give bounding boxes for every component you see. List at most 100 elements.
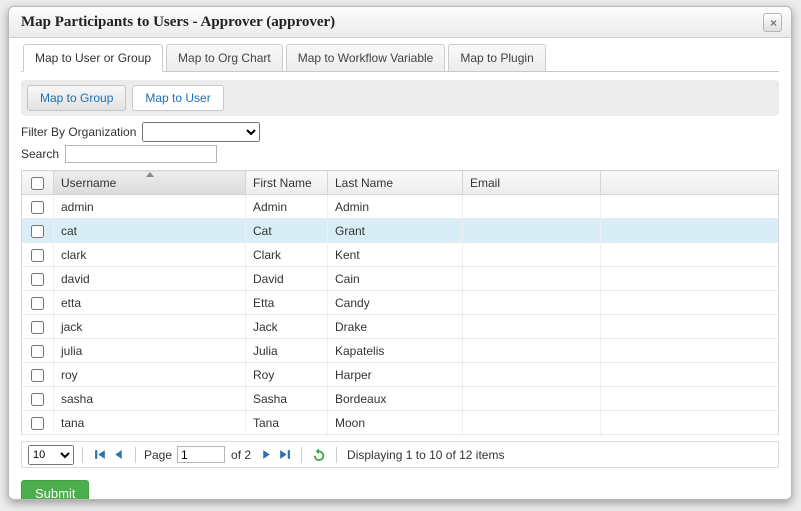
dialog-titlebar: Map Participants to Users - Approver (ap… [9,7,791,38]
sub-tab-bar: Map to Group Map to User [21,80,779,116]
cell-username: tana [54,411,246,435]
last-page-icon [278,448,291,461]
cell-email [463,411,601,435]
organization-filter-label: Filter By Organization [21,125,136,139]
refresh-button[interactable] [310,446,328,464]
search-input[interactable] [65,145,217,163]
divider [82,447,83,463]
cell-username: julia [54,339,246,363]
table-row[interactable]: cat Cat Grant [22,219,779,243]
page-size-select[interactable]: 10 [28,445,74,465]
sort-asc-icon [146,172,154,177]
cell-first-name: Sasha [246,387,328,411]
divider [301,447,302,463]
table-row[interactable]: julia Julia Kapatelis [22,339,779,363]
cell-email [463,339,601,363]
first-page-button[interactable] [91,446,109,464]
select-all-checkbox[interactable] [31,177,44,190]
cell-first-name: Clark [246,243,328,267]
previous-page-button[interactable] [109,446,127,464]
page-number-input[interactable] [177,446,225,463]
cell-last-name: Kapatelis [328,339,463,363]
dialog-title: Map Participants to Users - Approver (ap… [21,14,335,31]
row-checkbox[interactable] [31,393,44,406]
previous-page-icon [112,448,125,461]
cell-email [463,291,601,315]
search-label: Search [21,147,59,161]
cell-last-name: Harper [328,363,463,387]
tab-map-to-org-chart[interactable]: Map to Org Chart [166,44,283,72]
table-row[interactable]: tana Tana Moon [22,411,779,435]
cell-email [463,267,601,291]
cell-username: roy [54,363,246,387]
table-row[interactable]: jack Jack Drake [22,315,779,339]
tab-map-to-workflow-variable[interactable]: Map to Workflow Variable [286,44,446,72]
row-checkbox[interactable] [31,225,44,238]
row-checkbox[interactable] [31,369,44,382]
row-checkbox[interactable] [31,297,44,310]
row-checkbox[interactable] [31,345,44,358]
first-page-icon [94,448,107,461]
cell-last-name: Drake [328,315,463,339]
total-pages-label: of 2 [231,448,251,462]
table-row[interactable]: etta Etta Candy [22,291,779,315]
cell-username: jack [54,315,246,339]
submit-button[interactable]: Submit [21,480,89,500]
select-all-header [22,171,54,195]
row-checkbox[interactable] [31,321,44,334]
cell-first-name: Cat [246,219,328,243]
table-row[interactable]: sasha Sasha Bordeaux [22,387,779,411]
cell-last-name: Kent [328,243,463,267]
tab-map-to-user-or-group[interactable]: Map to User or Group [23,44,163,72]
cell-email [463,243,601,267]
row-checkbox[interactable] [31,201,44,214]
tab-map-to-plugin[interactable]: Map to Plugin [448,44,545,72]
close-icon: × [770,16,777,30]
cell-username: david [54,267,246,291]
divider [135,447,136,463]
users-table: Username First Name Last Name Email admi… [21,170,779,435]
row-checkbox[interactable] [31,273,44,286]
pagination-status: Displaying 1 to 10 of 12 items [347,448,504,462]
organization-filter-row: Filter By Organization [21,122,779,142]
cell-email [463,387,601,411]
table-row[interactable]: admin Admin Admin [22,195,779,219]
divider [336,447,337,463]
cell-last-name: Candy [328,291,463,315]
map-participants-dialog: Map Participants to Users - Approver (ap… [8,6,792,500]
cell-last-name: Grant [328,219,463,243]
cell-last-name: Cain [328,267,463,291]
table-row[interactable]: clark Clark Kent [22,243,779,267]
last-page-button[interactable] [275,446,293,464]
cell-first-name: Tana [246,411,328,435]
cell-last-name: Admin [328,195,463,219]
cell-username: sasha [54,387,246,411]
next-page-icon [260,448,273,461]
next-page-button[interactable] [257,446,275,464]
column-header-last-name[interactable]: Last Name [328,171,463,195]
cell-email [463,363,601,387]
cell-last-name: Bordeaux [328,387,463,411]
main-tab-bar: Map to User or Group Map to Org Chart Ma… [21,44,779,72]
column-header-email[interactable]: Email [463,171,601,195]
cell-first-name: Roy [246,363,328,387]
table-header-row: Username First Name Last Name Email [22,171,779,195]
user-table-body: admin Admin Admin cat Cat Grant [22,195,779,435]
cell-last-name: Moon [328,411,463,435]
table-row[interactable]: roy Roy Harper [22,363,779,387]
pagination-toolbar: 10 Page of 2 [21,441,779,468]
column-header-username[interactable]: Username [54,171,246,195]
table-row[interactable]: david David Cain [22,267,779,291]
cell-email [463,315,601,339]
cell-username: admin [54,195,246,219]
close-button[interactable]: × [763,13,782,32]
organization-select[interactable] [142,122,260,142]
subtab-map-to-user[interactable]: Map to User [132,85,223,111]
row-checkbox[interactable] [31,417,44,430]
row-checkbox[interactable] [31,249,44,262]
column-header-first-name[interactable]: First Name [246,171,328,195]
cell-first-name: Etta [246,291,328,315]
cell-username: etta [54,291,246,315]
cell-email [463,219,601,243]
subtab-map-to-group[interactable]: Map to Group [27,85,126,111]
